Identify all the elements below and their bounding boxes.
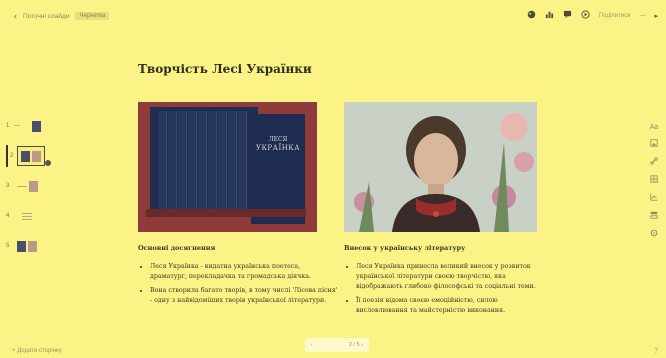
- breadcrumb-current[interactable]: Поточні слайди: [23, 13, 69, 20]
- slide-number: 2: [10, 153, 14, 159]
- book-spine: [218, 111, 227, 211]
- book-spine: [178, 111, 187, 211]
- comment-icon[interactable]: [563, 10, 572, 21]
- book-cover: ЛЕСЯ УКРАЇНКА Vol. 1-12: [251, 114, 305, 224]
- toolbar-actions: Поділитися — ▸: [527, 10, 658, 21]
- palette-icon[interactable]: [527, 10, 536, 21]
- slide-preview: [23, 117, 49, 135]
- link-icon[interactable]: [650, 157, 658, 167]
- chart-icon[interactable]: [545, 10, 554, 21]
- right-toolbar: Aa: [648, 124, 660, 239]
- slide-thumb-1[interactable]: 1 —: [6, 115, 51, 137]
- right-heading: Внесок у українську літературу: [344, 244, 466, 252]
- slide-number: 4: [6, 213, 10, 219]
- slide-preview: [17, 146, 45, 166]
- book-spine: [238, 111, 247, 211]
- avatar: [45, 160, 51, 166]
- prev-page-button[interactable]: ‹: [311, 342, 313, 348]
- list-item: Леся Українка - видатна українська поете…: [150, 262, 338, 282]
- book-image[interactable]: ЛЕСЯ УКРАЇНКА Vol. 1-12: [138, 102, 317, 232]
- slide-preview: [14, 177, 40, 195]
- left-text-column[interactable]: Основні досягнення Леся Українка - видат…: [138, 243, 338, 310]
- divider: —: [639, 12, 646, 19]
- page-navigator[interactable]: ‹ 2 / 5 ›: [305, 338, 369, 352]
- play-icon[interactable]: [581, 10, 590, 21]
- present-icon[interactable]: ▸: [654, 12, 658, 20]
- right-text-column[interactable]: Внесок у українську літературу Леся Укра…: [344, 243, 544, 320]
- table-icon[interactable]: [650, 175, 658, 185]
- book-spine: [208, 111, 217, 211]
- slide-number: 5: [6, 243, 10, 249]
- slide-thumb-2[interactable]: 2: [6, 145, 51, 167]
- list-item: Вона створила багато творів, в тому числ…: [150, 286, 338, 306]
- help-icon[interactable]: ?: [654, 347, 658, 355]
- text-size-icon[interactable]: Aa: [650, 124, 659, 131]
- left-heading: Основні досягнення: [138, 244, 216, 252]
- slide-thumb-4[interactable]: 4: [6, 205, 51, 227]
- book-spine: [198, 111, 207, 211]
- status-badge: Чернетка: [75, 12, 110, 20]
- slide-number: 3: [6, 183, 10, 189]
- slide-thumb-3[interactable]: 3: [6, 175, 51, 197]
- back-icon[interactable]: ‹: [14, 11, 17, 21]
- book-cover-line1: ЛЕСЯ: [268, 136, 288, 143]
- book-spine: [158, 111, 167, 211]
- slide-preview: [14, 237, 40, 255]
- book-shadow: [146, 209, 306, 217]
- slide-thumbnails: 1 — 2 3 4 5: [6, 115, 51, 265]
- book-spine: [188, 111, 197, 211]
- chart-icon[interactable]: [650, 193, 658, 203]
- slide-title[interactable]: Творчість Лесі Українки: [138, 62, 312, 76]
- layout-icon[interactable]: [650, 211, 658, 221]
- book-cover-line2: УКРАЇНКА: [255, 144, 301, 152]
- page-indicator[interactable]: 2 / 5 ›: [349, 342, 363, 348]
- breadcrumb: ‹ Поточні слайди Чернетка: [14, 11, 110, 21]
- add-slide-button[interactable]: + Додати сторінку: [12, 348, 62, 354]
- list-item: Леся Українка принесла великий внесок у …: [356, 262, 544, 292]
- portrait-image[interactable]: [344, 102, 537, 232]
- top-toolbar: ‹ Поточні слайди Чернетка Поділитися — ▸: [0, 0, 666, 34]
- book-spine: [168, 111, 177, 211]
- share-button[interactable]: Поділитися: [599, 13, 631, 19]
- left-bullets: Леся Українка - видатна українська поете…: [138, 262, 338, 306]
- right-bullets: Леся Українка принесла великий внесок у …: [344, 262, 544, 316]
- slide-number: 1: [6, 123, 10, 129]
- book-spine: [228, 111, 237, 211]
- slide-preview: [14, 207, 40, 225]
- active-indicator: [6, 145, 8, 167]
- slide-thumb-5[interactable]: 5: [6, 235, 51, 257]
- settings-icon[interactable]: [650, 229, 658, 239]
- image-icon[interactable]: [650, 139, 658, 149]
- portrait-drawing: [344, 102, 537, 232]
- list-item: Її поезія відома своєю емоційністю, сило…: [356, 296, 544, 316]
- slide-dash: —: [14, 123, 20, 129]
